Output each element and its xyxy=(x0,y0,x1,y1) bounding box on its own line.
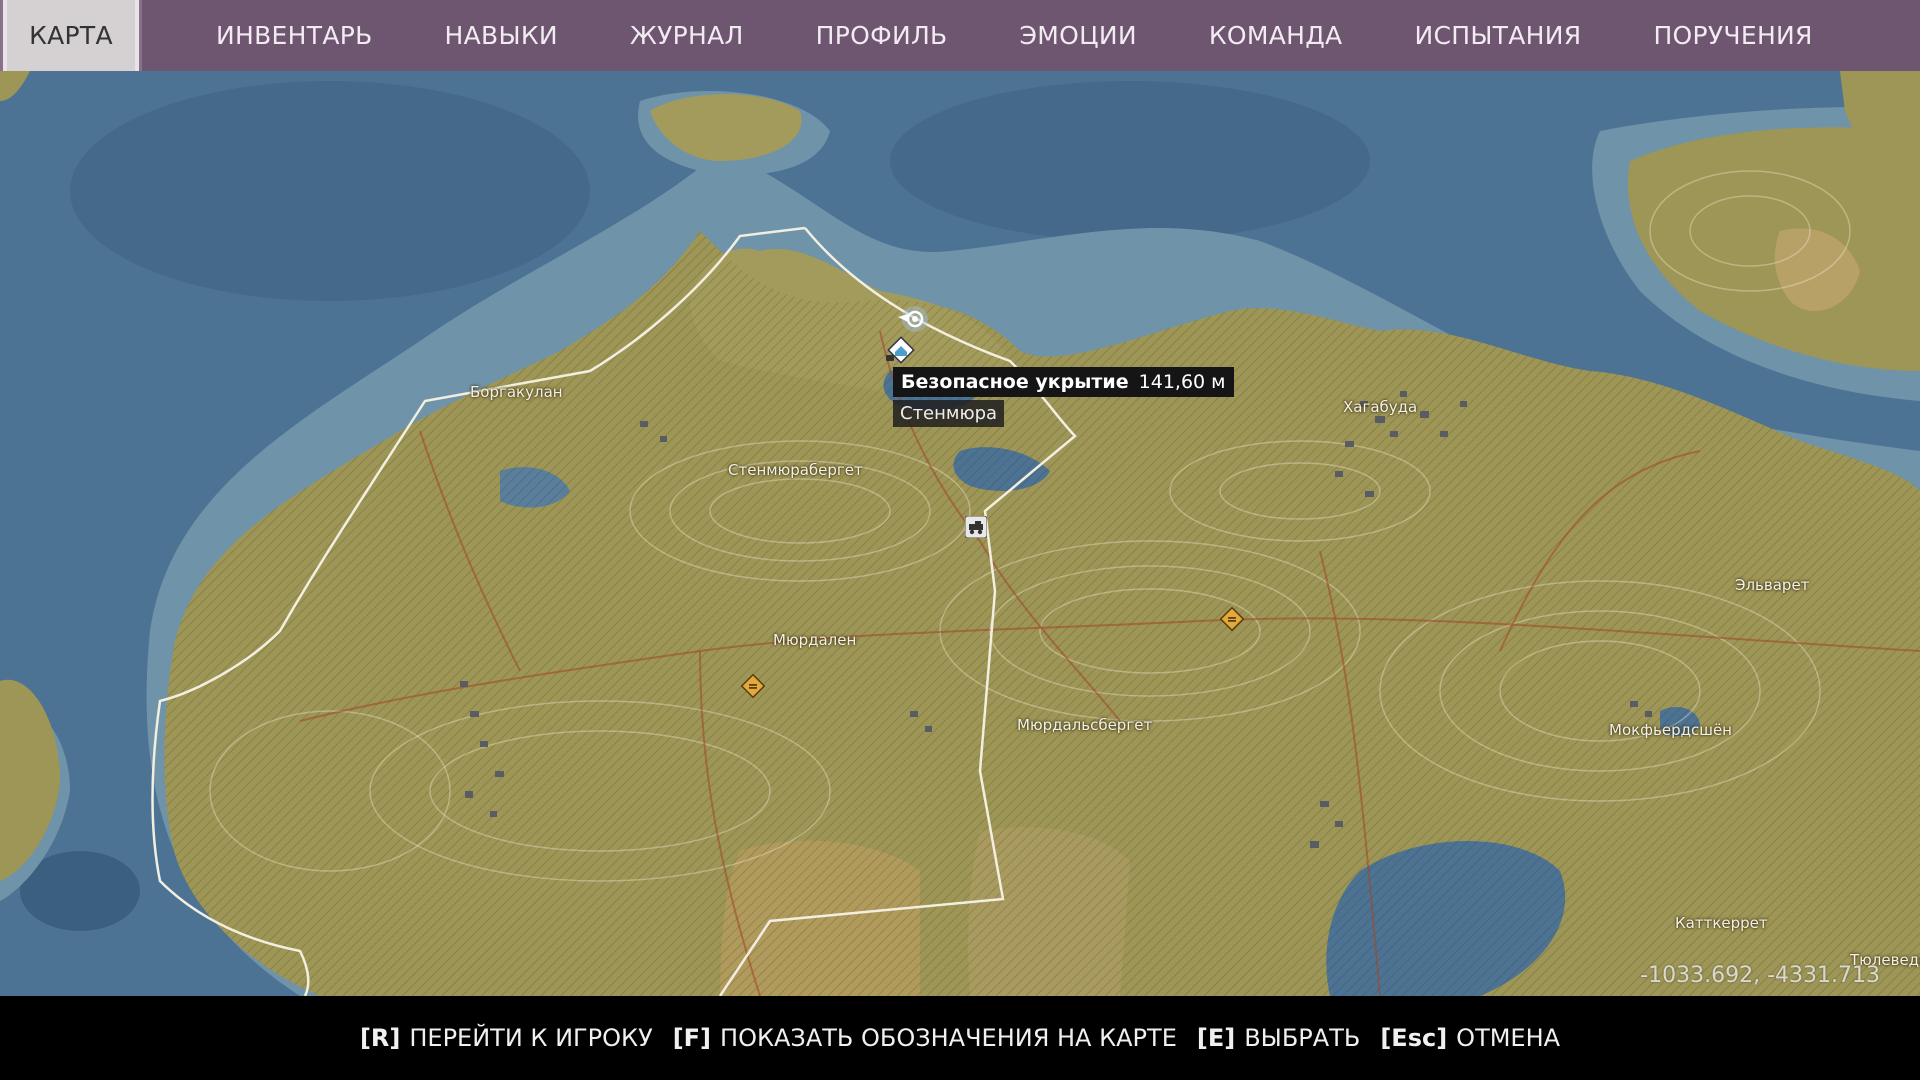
hint-label: ВЫБРАТЬ xyxy=(1244,1024,1361,1052)
hint-key: [E] xyxy=(1196,1024,1236,1052)
hint-go-to-player[interactable]: [R] ПЕРЕЙТИ К ИГРОКУ xyxy=(360,1024,653,1052)
tab-list: ИНВЕНТАРЬ НАВЫКИ ЖУРНАЛ ПРОФИЛЬ ЭМОЦИИ К… xyxy=(142,0,1849,71)
tooltip-title: Безопасное укрытие xyxy=(901,371,1129,393)
player-position-icon[interactable] xyxy=(896,304,930,338)
hint-key: [F] xyxy=(672,1024,712,1052)
tooltip-distance: 141,60 м xyxy=(1138,371,1226,393)
hint-label: ПЕРЕЙТИ К ИГРОКУ xyxy=(409,1024,653,1052)
world-map[interactable]: Боргакулан Стенмюрабергет Хагабуда Мюрда… xyxy=(0,71,1920,996)
tab-emotes[interactable]: ЭМОЦИИ xyxy=(984,0,1173,71)
place-label-mokfyerdsshyon: Мокфьердсшён xyxy=(1609,721,1732,739)
tab-inventory[interactable]: ИНВЕНТАРЬ xyxy=(180,0,409,71)
place-label-stenmyurabergget: Стенмюрабергет xyxy=(728,461,863,479)
tab-profile[interactable]: ПРОФИЛЬ xyxy=(780,0,984,71)
tab-journal[interactable]: ЖУРНАЛ xyxy=(594,0,780,71)
objective-diamond-icon[interactable] xyxy=(1219,606,1245,636)
tab-skills[interactable]: НАВЫКИ xyxy=(409,0,594,71)
tooltip-region: Стенмюра xyxy=(893,400,1005,427)
tab-challenges[interactable]: ИСПЫТАНИЯ xyxy=(1378,0,1617,71)
tab-map[interactable]: КАРТА xyxy=(0,0,142,71)
place-label-khagabuda: Хагабуда xyxy=(1343,398,1418,416)
hint-cancel[interactable]: [Esc] ОТМЕНА xyxy=(1380,1024,1560,1052)
place-label-kattkerret: Катткеррет xyxy=(1675,914,1768,932)
map-tooltip: Безопасное укрытие 141,60 м Стенмюра xyxy=(893,367,1234,427)
top-navigation: КАРТА ИНВЕНТАРЬ НАВЫКИ ЖУРНАЛ ПРОФИЛЬ ЭМ… xyxy=(0,0,1920,71)
tab-assignments[interactable]: ПОРУЧЕНИЯ xyxy=(1617,0,1848,71)
hint-key: [Esc] xyxy=(1380,1024,1448,1052)
place-label-myurdalen: Мюрдален xyxy=(773,631,857,649)
hint-select[interactable]: [E] ВЫБРАТЬ xyxy=(1197,1024,1360,1052)
place-label-borgakulan: Боргакулан xyxy=(470,383,563,401)
map-coordinates: -1033.692, -4331.713 xyxy=(1640,963,1880,988)
map-terrain xyxy=(0,71,1920,996)
hint-key: [R] xyxy=(359,1024,401,1052)
place-label-myurdalsberget: Мюрдальсбергет xyxy=(1017,716,1153,734)
control-hints: [R] ПЕРЕЙТИ К ИГРОКУ [F] ПОКАЗАТЬ ОБОЗНА… xyxy=(0,996,1920,1080)
vehicle-icon[interactable] xyxy=(964,515,988,542)
objective-diamond-icon[interactable] xyxy=(740,673,766,703)
hint-label: ОТМЕНА xyxy=(1456,1024,1561,1052)
hint-label: ПОКАЗАТЬ ОБОЗНАЧЕНИЯ НА КАРТЕ xyxy=(720,1024,1177,1052)
tooltip-header: Безопасное укрытие 141,60 м xyxy=(893,367,1234,397)
hint-show-legend[interactable]: [F] ПОКАЗАТЬ ОБОЗНАЧЕНИЯ НА КАРТЕ xyxy=(673,1024,1177,1052)
place-label-elvaret: Эльварет xyxy=(1735,576,1810,594)
tab-team[interactable]: КОМАНДА xyxy=(1173,0,1379,71)
